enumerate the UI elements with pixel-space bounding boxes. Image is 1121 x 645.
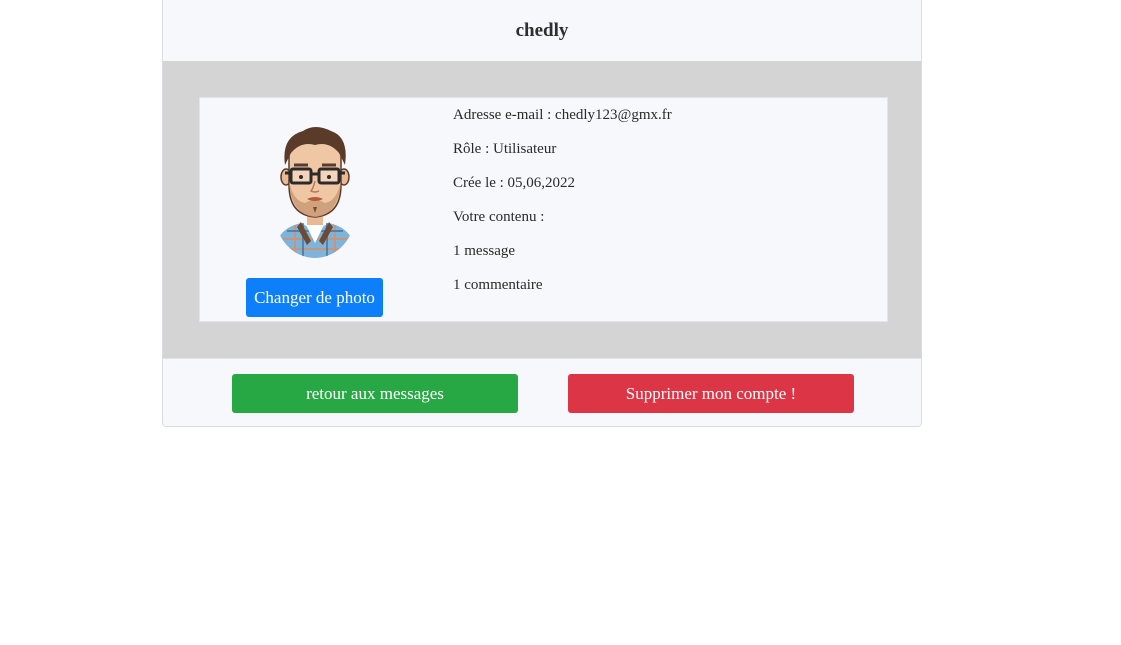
created-date-line: Crée le : 05,06,2022 <box>453 175 576 191</box>
back-to-messages-button[interactable]: retour aux messages <box>232 374 518 413</box>
profile-card: chedly Changer de photo Adresse e-mail:… <box>162 0 922 427</box>
profile-details-panel: Changer de photo Adresse e-mail : chedly… <box>199 97 888 322</box>
role-line: Rôle : Utilisateur <box>453 141 557 157</box>
email-line: Adresse e-mail : chedly123@gmx.fr <box>453 107 672 123</box>
profile-body: Changer de photo Adresse e-mail : chedly… <box>163 61 921 358</box>
username-title: chedly <box>515 19 569 41</box>
comments-count: 1 commentaire <box>453 277 543 293</box>
content-heading: Votre contenu : <box>453 209 545 225</box>
profile-actions: retour aux messages Supprimer mon compte… <box>163 358 921 426</box>
delete-account-button[interactable]: Supprimer mon compte ! <box>568 374 854 413</box>
change-photo-button[interactable]: Changer de photo <box>246 278 383 317</box>
profile-header: chedly <box>163 0 921 62</box>
messages-count: 1 message <box>453 243 516 259</box>
avatar-icon <box>275 127 355 258</box>
account-info: Adresse e-mail : chedly123@gmx.fr Rôle :… <box>453 105 672 309</box>
